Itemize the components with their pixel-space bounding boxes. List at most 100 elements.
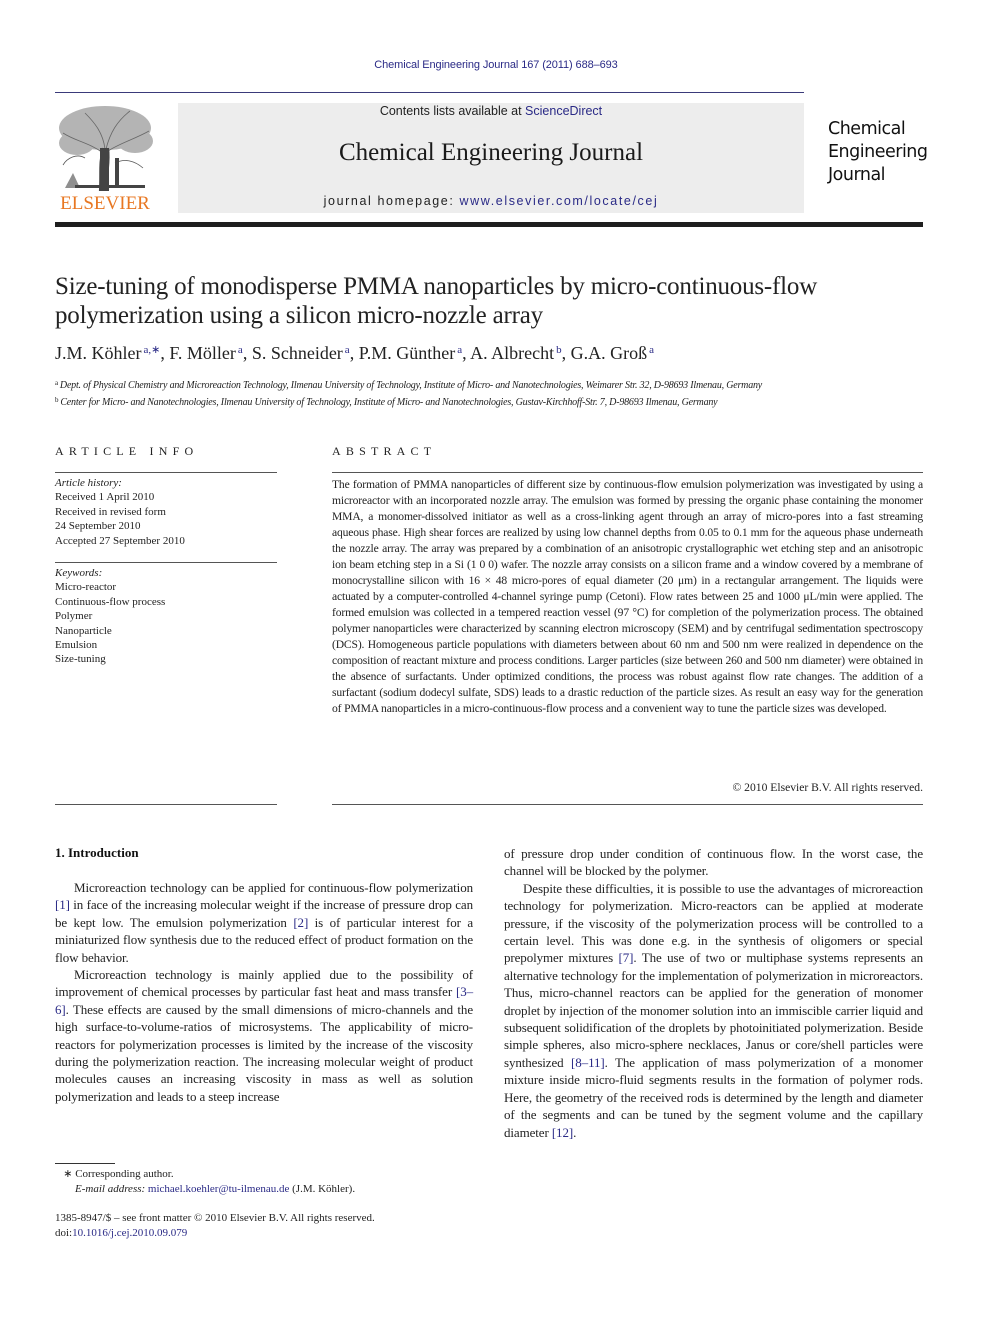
header-thick-rule: [55, 222, 923, 227]
author[interactable]: P.M. Günther a: [359, 343, 462, 363]
affiliation-mark: a: [55, 379, 58, 387]
paper-title-line: polymerization using a silicon micro-noz…: [55, 302, 543, 329]
contents-prefix: Contents lists available at: [379, 104, 526, 118]
paragraph-text: . These effects are caused by the small …: [55, 1001, 473, 1104]
journal-citation-link[interactable]: Chemical Engineering Journal 167 (2011) …: [0, 59, 992, 71]
cover-title-line: Engineering: [828, 142, 928, 162]
author-name: S. Schneider: [251, 343, 343, 363]
elsevier-wordmark: ELSEVIER: [60, 193, 150, 214]
doi-line: doi:10.1016/j.cej.2010.09.079: [55, 1226, 475, 1241]
footnote-email-line: E-mail address: michael.koehler@tu-ilmen…: [55, 1182, 475, 1197]
homepage-link[interactable]: www.elsevier.com/locate/cej: [460, 194, 659, 208]
author-separator: ,: [462, 343, 471, 363]
reference-link[interactable]: [12]: [552, 1125, 573, 1140]
keyword: Micro-reactor: [55, 581, 117, 594]
author-separator: ,: [160, 343, 170, 363]
author-name: G.A. Groß: [570, 343, 648, 363]
paragraph-text: of pressure drop under condition of cont…: [504, 846, 923, 879]
keyword: Emulsion: [55, 639, 98, 652]
abstract-text: The formation of PMMA nanoparticles of d…: [332, 478, 923, 715]
footnote-mark: ∗: [63, 1168, 73, 1180]
footnote-line: ∗ Corresponding author.: [55, 1167, 475, 1182]
divider: [55, 562, 277, 563]
doi-link[interactable]: 10.1016/j.cej.2010.09.079: [72, 1227, 187, 1239]
reference-link[interactable]: [8–11]: [571, 1055, 605, 1070]
journal-homepage: journal homepage: www.elsevier.com/locat…: [178, 194, 804, 208]
article-history-label: Article history:: [55, 477, 122, 489]
author[interactable]: S. Schneider a: [252, 343, 350, 363]
author[interactable]: F. Möller a: [169, 343, 242, 363]
cover-title-line: Chemical: [828, 119, 906, 139]
affiliation: b Center for Micro- and Nanotechnologies,…: [55, 393, 935, 410]
corresponding-label: Corresponding author.: [75, 1168, 174, 1180]
author-name: P.M. Günther: [358, 343, 456, 363]
email-label: E-mail address:: [75, 1183, 148, 1195]
paragraph-text: Microreaction technology is mainly appli…: [55, 967, 473, 1000]
elsevier-logo[interactable]: ELSEVIER: [55, 103, 155, 215]
history-entry: Accepted 27 September 2010: [55, 534, 185, 547]
paragraph: Microreaction technology is mainly appli…: [55, 966, 473, 1105]
abstract-heading: ABSTRACT: [332, 444, 437, 458]
header-rule: [55, 92, 804, 93]
journal-title: Chemical Engineering Journal: [338, 139, 644, 166]
keyword: Nanoparticle: [55, 624, 112, 637]
contents-availability: Contents lists available at ScienceDirec…: [178, 104, 804, 118]
paper-title: Size-tuning of monodisperse PMMA nanopar…: [55, 272, 935, 330]
divider: [332, 804, 923, 805]
history-entry: 24 September 2010: [55, 520, 141, 533]
body-column-left: Microreaction technology can be applied …: [55, 879, 473, 1105]
article-history: Article history: Received 1 April 2010 R…: [55, 476, 277, 548]
keywords-label: Keywords:: [55, 567, 103, 579]
affiliation-text: Center for Micro- and Nanotechnologies, …: [60, 397, 718, 408]
body-column-right: of pressure drop under condition of cont…: [504, 845, 923, 1141]
divider: [55, 804, 277, 805]
section-heading-introduction: 1. Introduction: [55, 845, 139, 860]
keywords: Keywords: Micro-reactor Continuous-flow …: [55, 566, 277, 667]
author-separator: ,: [561, 343, 571, 363]
front-matter-text: 1385-8947/$ – see front matter © 2010 El…: [55, 1212, 375, 1224]
author-separator: ,: [349, 343, 359, 363]
keyword: Size-tuning: [55, 653, 106, 666]
front-matter: 1385-8947/$ – see front matter © 2010 El…: [55, 1211, 475, 1241]
author-name: F. Möller: [169, 343, 236, 363]
article-info-heading: ARTICLE INFO: [55, 444, 199, 458]
journal-cover-title: Chemical Engineering Journal: [828, 118, 938, 187]
history-entry: Received in revised form: [55, 505, 166, 518]
email-link[interactable]: michael.koehler@tu-ilmenau.de: [148, 1183, 289, 1195]
cover-title-line: Journal: [828, 165, 886, 185]
paragraph: Despite these difficulties, it is possib…: [504, 880, 923, 1141]
affiliation-mark: b: [55, 396, 59, 404]
paragraph-text: Microreaction technology can be applied …: [74, 880, 473, 895]
sciencedirect-link[interactable]: ScienceDirect: [525, 104, 602, 118]
homepage-prefix: journal homepage:: [323, 194, 460, 208]
author-name: J.M. Köhler: [55, 343, 142, 363]
author-affiliation-mark[interactable]: a,∗: [144, 344, 161, 356]
paragraph-text: .: [573, 1124, 577, 1140]
author-affiliation-mark[interactable]: a: [649, 344, 654, 356]
corresponding-author-footnote: ∗ Corresponding author. E-mail address: …: [55, 1167, 475, 1197]
elsevier-tree-icon: [59, 106, 153, 192]
email-suffix: (J.M. Köhler).: [289, 1183, 356, 1195]
reference-link[interactable]: [1]: [55, 897, 70, 912]
reference-link[interactable]: [7]: [619, 950, 634, 965]
abstract-copyright: © 2010 Elsevier B.V. All rights reserved…: [732, 781, 923, 794]
affiliation-text: Dept. of Physical Chemistry and Microrea…: [59, 380, 763, 391]
affiliations: a Dept. of Physical Chemistry and Microre…: [55, 376, 935, 410]
paper-title-line: Size-tuning of monodisperse PMMA nanopar…: [55, 273, 818, 300]
author[interactable]: G.A. Groß a: [571, 343, 654, 363]
author-separator: ,: [242, 343, 252, 363]
journal-banner: Contents lists available at ScienceDirec…: [178, 103, 804, 213]
paragraph: of pressure drop under condition of cont…: [504, 845, 923, 880]
keyword: Continuous-flow process: [55, 595, 166, 608]
affiliation: a Dept. of Physical Chemistry and Microre…: [55, 376, 935, 393]
author-name: A. Albrecht: [470, 343, 555, 363]
doi-label: doi:: [55, 1227, 73, 1239]
author-list: J.M. Köhler a,∗, F. Möller a, S. Schneider…: [55, 343, 935, 364]
author[interactable]: J.M. Köhler a,∗: [55, 343, 160, 363]
paragraph-text: . The use of two or multiphase systems r…: [504, 950, 923, 1070]
author[interactable]: A. Albrecht b: [470, 343, 561, 363]
divider: [55, 472, 277, 473]
reference-link[interactable]: [2]: [293, 915, 308, 930]
keyword: Polymer: [55, 610, 93, 623]
footnote-rule: [55, 1163, 115, 1164]
